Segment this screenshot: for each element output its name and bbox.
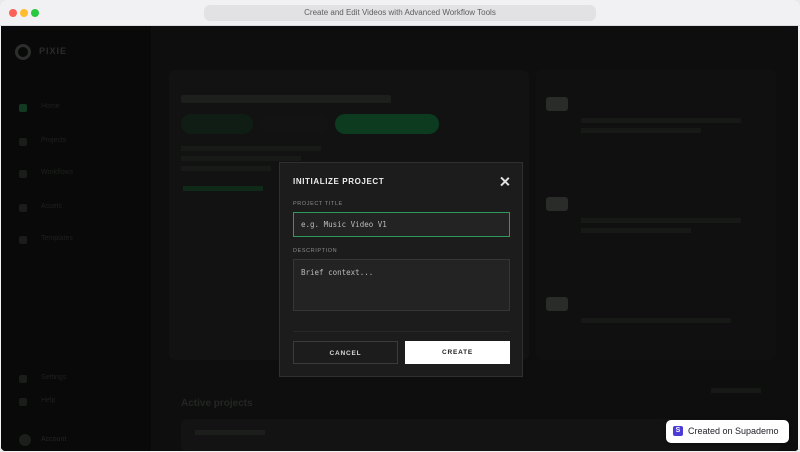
sidebar-item-label: Home — [41, 103, 60, 110]
sidebar: PIXIE Home Projects Workflows Assets Tem… — [1, 26, 151, 451]
maximize-window-button[interactable] — [31, 9, 39, 17]
sidebar-item-templates[interactable]: Templates — [19, 234, 129, 246]
minimize-window-button[interactable] — [20, 9, 28, 17]
user-name: Account — [41, 436, 67, 443]
sidebar-item-label: Help — [41, 397, 56, 404]
sidebar-item-projects[interactable]: Projects — [19, 136, 129, 148]
logo-icon — [15, 44, 31, 60]
hero-chip-2[interactable] — [259, 114, 329, 134]
hero-chip-1[interactable] — [181, 114, 253, 134]
feature-icon-2 — [546, 197, 568, 211]
sidebar-item-assets[interactable]: Assets — [19, 202, 129, 214]
gear-icon — [19, 375, 27, 383]
feature-text-3-blurred — [581, 318, 761, 323]
cancel-button[interactable]: CANCEL — [293, 341, 398, 364]
supademo-badge[interactable]: S Created on Supademo — [666, 420, 789, 443]
supademo-badge-label: Created on Supademo — [688, 426, 779, 436]
sidebar-item-label: Projects — [41, 137, 67, 144]
close-icon[interactable] — [498, 175, 512, 189]
home-icon — [19, 104, 27, 112]
hero-chip-3[interactable] — [335, 114, 439, 134]
image-icon — [19, 204, 27, 212]
project-title-label: PROJECT TITLE — [293, 201, 343, 207]
projects-heading: Active projects — [181, 398, 253, 409]
address-bar[interactable]: Create and Edit Videos with Advanced Wor… — [204, 5, 596, 21]
sidebar-item-home[interactable]: Home — [19, 102, 129, 114]
supademo-logo-icon: S — [673, 426, 683, 436]
feature-text-2-blurred — [581, 218, 761, 233]
dialog-divider — [293, 331, 510, 332]
workflow-icon — [19, 170, 27, 178]
browser-window: Create and Edit Videos with Advanced Wor… — [0, 0, 800, 452]
features-panel — [536, 70, 776, 360]
hero-heading-blurred — [181, 93, 391, 103]
help-icon — [19, 398, 27, 406]
avatar[interactable] — [19, 434, 31, 446]
feature-icon-3 — [546, 297, 568, 311]
sidebar-item-label: Workflows — [41, 169, 74, 176]
description-input[interactable] — [293, 259, 510, 311]
dialog-title: INITIALIZE PROJECT — [293, 177, 385, 186]
sidebar-item-label: Templates — [41, 235, 73, 242]
folder-icon — [19, 138, 27, 146]
sidebar-item-workflows[interactable]: Workflows — [19, 168, 129, 180]
close-window-button[interactable] — [9, 9, 17, 17]
create-button[interactable]: CREATE — [405, 341, 510, 364]
project-row-label-blurred — [195, 430, 265, 435]
description-label: DESCRIPTION — [293, 248, 338, 254]
hero-link-blurred[interactable] — [183, 186, 263, 191]
sidebar-item-help[interactable]: Help — [19, 396, 129, 408]
sidebar-item-label: Settings — [41, 374, 67, 381]
sidebar-item-settings[interactable]: Settings — [19, 373, 129, 385]
template-icon — [19, 236, 27, 244]
browser-titlebar: Create and Edit Videos with Advanced Wor… — [0, 0, 800, 26]
sidebar-item-label: Assets — [41, 203, 63, 210]
project-title-input[interactable] — [293, 212, 510, 237]
feature-text-1-blurred — [581, 118, 761, 133]
brand-name: PIXIE — [39, 46, 68, 56]
app-viewport: PIXIE Home Projects Workflows Assets Tem… — [1, 26, 798, 451]
initialize-project-dialog: INITIALIZE PROJECT PROJECT TITLE DESCRIP… — [279, 162, 523, 377]
feature-icon-1 — [546, 97, 568, 111]
projects-link-blurred[interactable] — [711, 388, 761, 393]
